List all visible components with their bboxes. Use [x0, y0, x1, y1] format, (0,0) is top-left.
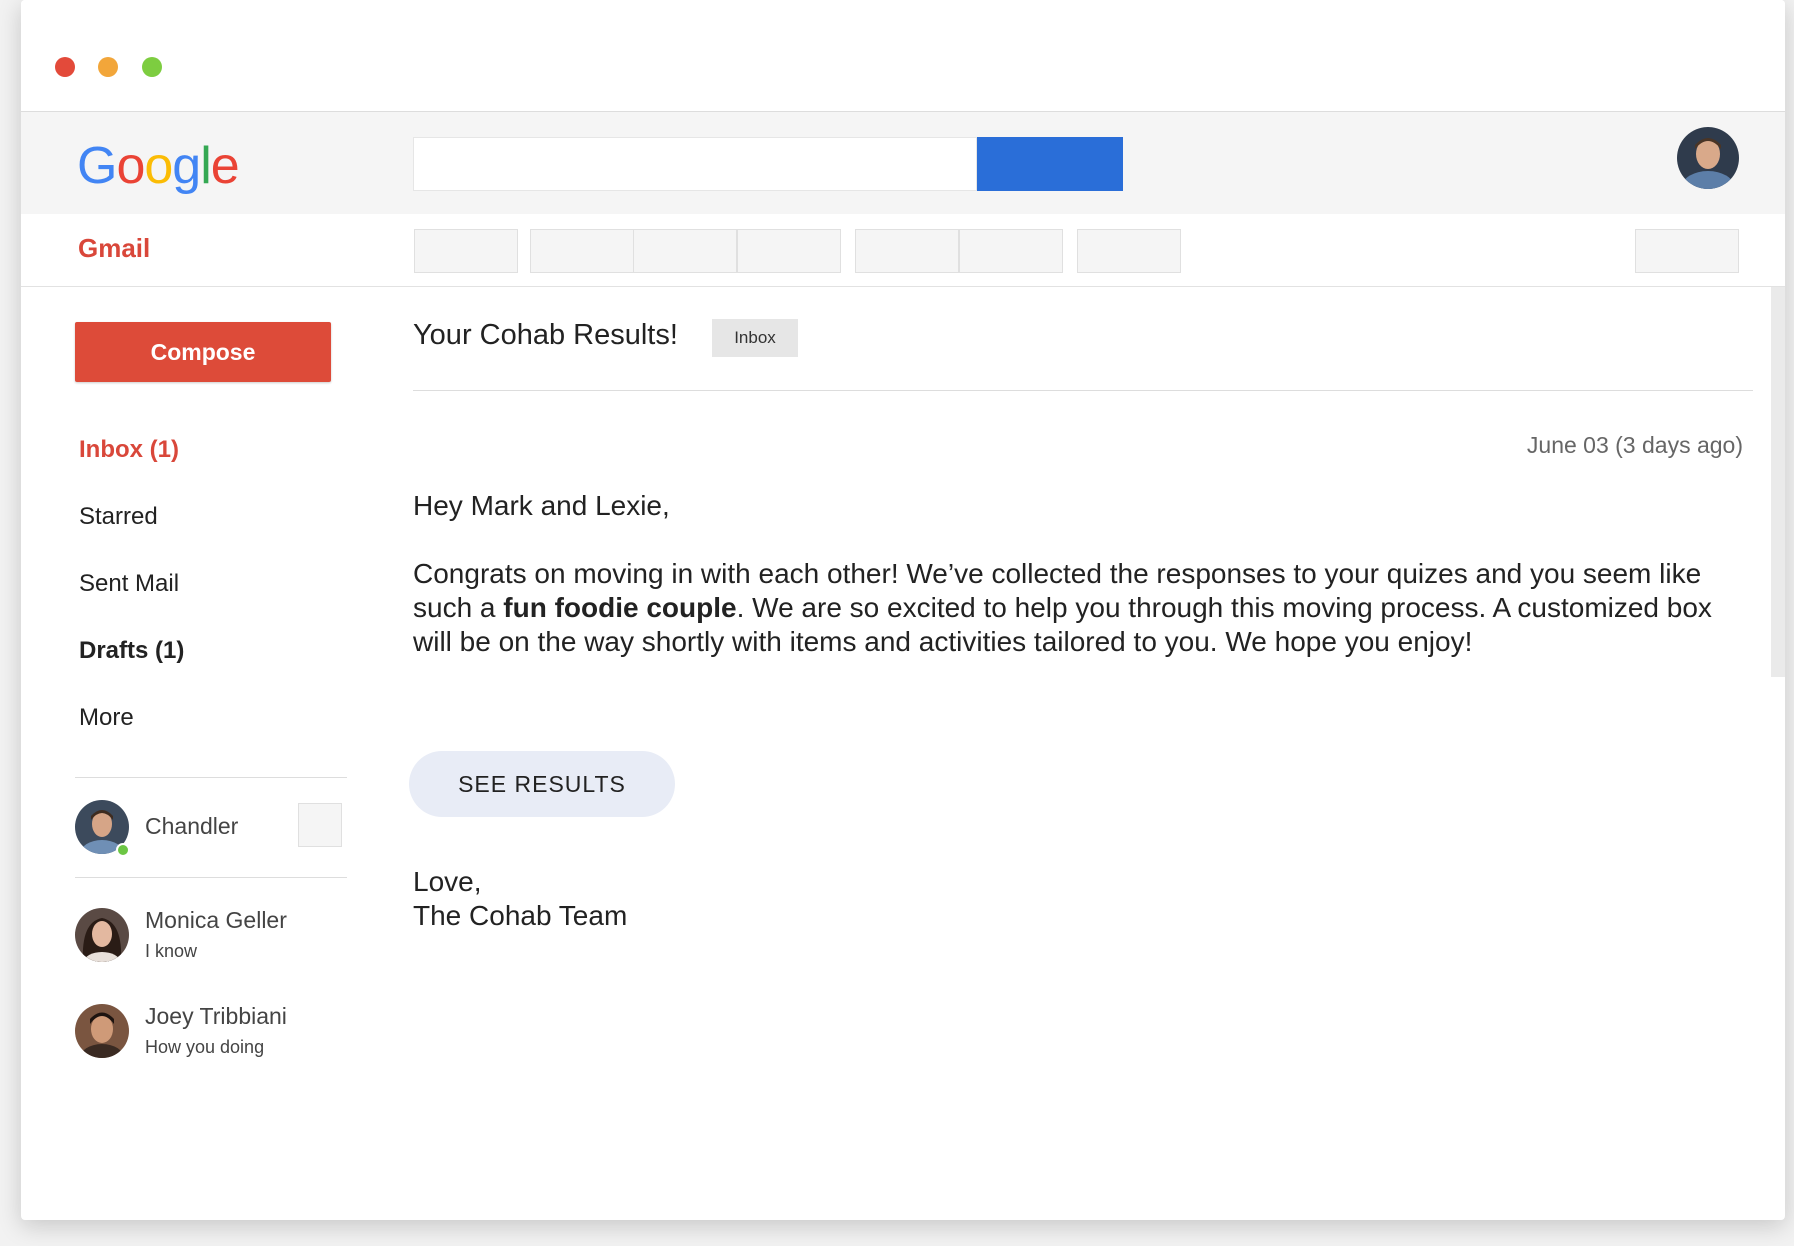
email-body-highlight: fun foodie couple: [503, 592, 737, 623]
toolbar-button-delete[interactable]: [737, 229, 841, 273]
title-bar: [21, 0, 1785, 112]
email-label-tag[interactable]: Inbox: [712, 319, 798, 357]
account-avatar[interactable]: [1677, 127, 1739, 189]
toolbar-button-spam[interactable]: [633, 229, 737, 273]
email-signoff: Love, The Cohab Team: [413, 865, 627, 933]
toolbar-button-select[interactable]: [414, 229, 518, 273]
email-body: Congrats on moving in with each other! W…: [413, 557, 1723, 659]
email-view: Your Cohab Results! Inbox June 03 (3 day…: [409, 287, 1773, 1220]
sidebar-item-starred[interactable]: Starred: [79, 503, 158, 531]
sidebar-item-inbox[interactable]: Inbox (1): [79, 436, 179, 464]
sidebar-item-drafts[interactable]: Drafts (1): [79, 637, 184, 665]
contact-name-monica[interactable]: Monica Geller: [145, 907, 287, 934]
close-window-button[interactable]: [55, 57, 75, 77]
toolbar-button-move[interactable]: [855, 229, 959, 273]
email-subject: Your Cohab Results!: [413, 319, 678, 351]
toolbar-button-labels[interactable]: [959, 229, 1063, 273]
contact-name-joey[interactable]: Joey Tribbiani: [145, 1003, 287, 1030]
signoff-line-1: Love,: [413, 866, 482, 897]
maximize-window-button[interactable]: [142, 57, 162, 77]
contact-avatar-joey[interactable]: [75, 1004, 129, 1058]
sidebar-item-sent-mail[interactable]: Sent Mail: [79, 570, 179, 598]
google-logo[interactable]: Google: [77, 136, 240, 196]
sidebar: Compose Inbox (1) Starred Sent Mail Draf…: [21, 287, 401, 1220]
toolbar-button-settings[interactable]: [1635, 229, 1739, 273]
contact-avatar-monica[interactable]: [75, 908, 129, 962]
browser-window: Google Gmail Compose Inbox (1) Starred S…: [21, 0, 1785, 1220]
email-date: June 03 (3 days ago): [1526, 432, 1743, 458]
search-button[interactable]: [977, 137, 1123, 191]
chat-divider: [75, 877, 347, 878]
top-header: Google: [21, 112, 1785, 214]
minimize-window-button[interactable]: [98, 57, 118, 77]
chat-status-toggle[interactable]: [298, 803, 342, 847]
sidebar-item-more[interactable]: More: [79, 704, 134, 732]
email-greeting: Hey Mark and Lexie,: [413, 490, 670, 521]
scrollbar[interactable]: [1771, 287, 1785, 677]
see-results-button[interactable]: SEE RESULTS: [409, 751, 675, 817]
gmail-label[interactable]: Gmail: [78, 233, 150, 264]
search-input[interactable]: [413, 137, 977, 191]
toolbar-button-more[interactable]: [1077, 229, 1181, 273]
toolbar: Gmail: [21, 214, 1785, 287]
signoff-line-2: The Cohab Team: [413, 900, 628, 931]
compose-button[interactable]: Compose: [75, 322, 331, 382]
contact-message-joey: How you doing: [145, 1037, 265, 1057]
chat-self-name[interactable]: Chandler: [145, 813, 238, 840]
online-status-indicator: [116, 843, 130, 857]
subject-divider: [413, 390, 1753, 391]
contact-message-monica: I know: [145, 941, 198, 961]
toolbar-button-archive[interactable]: [530, 229, 634, 273]
sidebar-divider: [75, 777, 347, 778]
